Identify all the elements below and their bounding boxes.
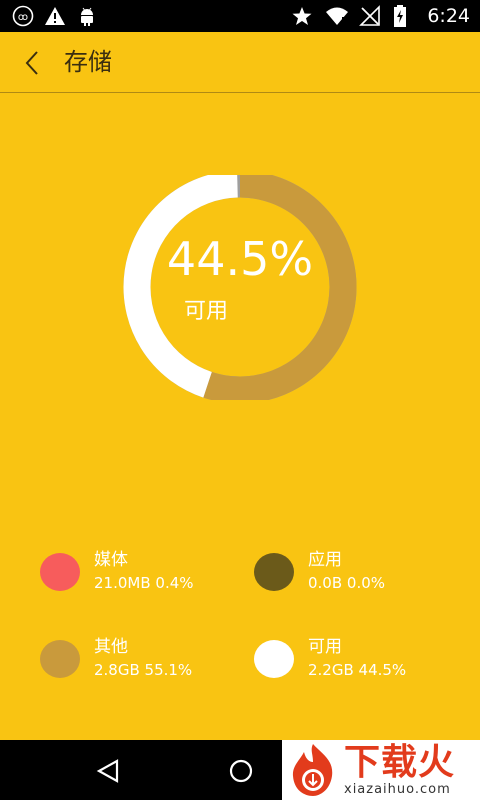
legend-item-media: 媒体 21.0MB 0.4% xyxy=(40,550,240,613)
nav-back-icon[interactable] xyxy=(95,758,121,788)
legend-value: 2.2GB 44.5% xyxy=(308,661,407,679)
watermark-subtext: xiazaihuo.com xyxy=(344,782,451,797)
donut-segment-2 xyxy=(203,175,357,400)
status-bar: ꝏ 6:24 xyxy=(0,0,480,32)
legend-dot-available xyxy=(254,640,294,678)
legend-dot-apps xyxy=(254,553,294,591)
legend-item-apps: 应用 0.0B 0.0% xyxy=(254,550,454,613)
nav-home-icon[interactable] xyxy=(228,758,254,788)
warning-icon xyxy=(44,5,66,27)
watermark-text: 下载火 xyxy=(344,742,456,783)
chevron-left-icon[interactable] xyxy=(22,50,42,76)
legend-name: 其他 xyxy=(94,637,128,657)
storage-donut-chart: 44.5% 可用 xyxy=(120,175,360,400)
legend-value: 0.0B 0.0% xyxy=(308,574,386,592)
legend-item-other: 其他 2.8GB 55.1% xyxy=(40,637,240,700)
legend-item-available: 可用 2.2GB 44.5% xyxy=(254,637,454,700)
legend-name: 可用 xyxy=(308,637,342,657)
android-icon xyxy=(76,5,98,27)
legend-value: 21.0MB 0.4% xyxy=(94,574,194,592)
available-percent: 44.5% xyxy=(166,232,314,286)
watermark-logo: 下载火 xiazaihuo.com xyxy=(282,740,480,800)
custom-app-icon: ꝏ xyxy=(12,5,34,27)
legend-name: 媒体 xyxy=(94,550,128,570)
donut-segments xyxy=(123,175,357,400)
legend-dot-other xyxy=(40,640,80,678)
fire-logo-icon xyxy=(286,742,340,800)
legend-value: 2.8GB 55.1% xyxy=(94,661,193,679)
svg-text:ꝏ: ꝏ xyxy=(18,12,28,23)
star-icon xyxy=(291,5,313,27)
legend-dot-media xyxy=(40,553,80,591)
wifi-icon xyxy=(325,5,349,27)
status-time: 6:24 xyxy=(427,5,470,27)
no-signal-icon xyxy=(359,5,381,27)
storage-screen: ꝏ 6:24 存储 44.5% 可用 媒体 21.0MB 0.4% 应用 0.0… xyxy=(0,0,480,800)
donut-svg xyxy=(123,175,357,400)
battery-charging-icon xyxy=(393,5,415,27)
app-header: 存储 xyxy=(0,32,480,93)
legend-name: 应用 xyxy=(308,550,342,570)
page-title: 存储 xyxy=(64,48,112,76)
available-label: 可用 xyxy=(184,299,229,324)
